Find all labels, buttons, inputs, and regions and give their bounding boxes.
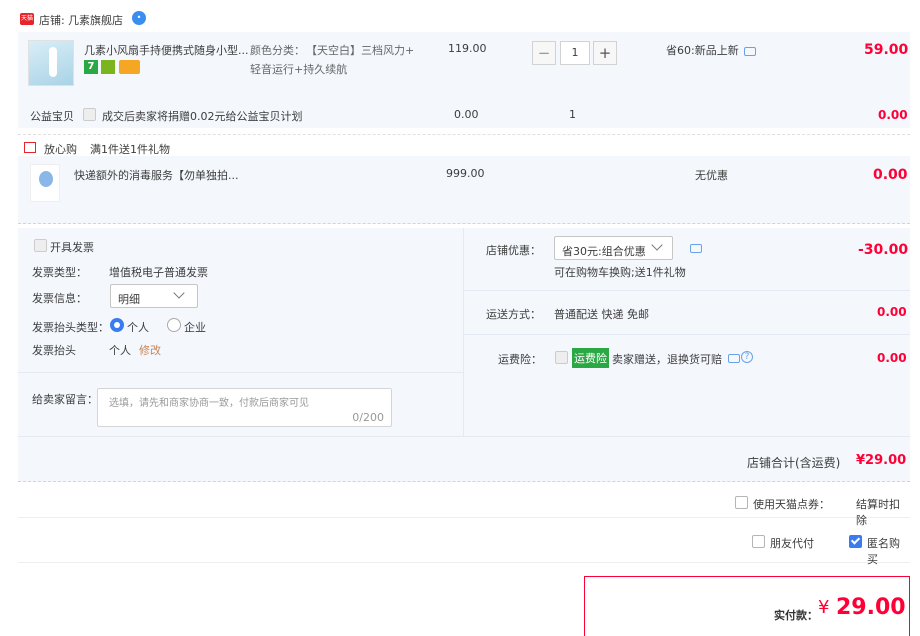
insurance-label: 运费险： — [498, 353, 542, 366]
badge-card-icon — [119, 60, 140, 74]
gift-icon — [24, 142, 36, 153]
shop-name[interactable]: 几素旗舰店 — [68, 12, 123, 28]
points-label: 使用天猫点券： — [753, 498, 830, 511]
radio-personal-label: 个人 — [127, 321, 149, 334]
item2-discount: 无优惠 — [695, 169, 728, 182]
message-counter: 0/200 — [352, 411, 384, 424]
item-total: 59.00 — [864, 42, 909, 58]
message-label: 给卖家留言： — [32, 393, 98, 406]
payment-amount: 29.00 — [836, 595, 906, 620]
badge-7day-icon: 7 — [84, 60, 98, 74]
charity-total: 0.00 — [878, 108, 908, 122]
promo-select[interactable]: 省30元:组合优惠 — [554, 236, 673, 260]
gift-text: 满1件送1件礼物 — [90, 143, 170, 156]
promo-note: 可在购物车换购;送1件礼物 — [554, 266, 686, 279]
payment-label: 实付款： — [774, 609, 818, 622]
divider — [464, 334, 910, 335]
discount-chat-icon[interactable] — [744, 47, 756, 56]
shipping-label: 运送方式： — [486, 308, 541, 321]
help-icon[interactable]: ? — [741, 351, 753, 363]
points-checkbox[interactable] — [735, 496, 748, 509]
charity-price: 0.00 — [454, 108, 479, 121]
chat-bubble-icon[interactable]: • — [132, 11, 146, 25]
item-row-1: 7 几素小风扇手持便携式随身小型... 颜色分类： 【天空白】三档风力+ 轻音运… — [18, 32, 910, 128]
invoice-header-type-label: 发票抬头类型： — [32, 321, 109, 334]
message-placeholder: 选填，请先和商家协商一致，付款后商家可见 — [109, 398, 309, 409]
shop-label: 店铺: — [39, 14, 65, 27]
radio-company-label: 企业 — [184, 321, 206, 334]
item-discount: 省60:新品上新 — [666, 44, 739, 57]
item-spec-value-2: 轻音运行+持久续航 — [250, 63, 348, 76]
item2-price: 999.00 — [446, 167, 485, 180]
item-row-2: 快递额外的消毒服务【勿单独拍... 999.00 无优惠 0.00 — [18, 156, 910, 224]
subtotal-row: 店铺合计(含运费) ¥29.00 — [18, 436, 910, 482]
qty-input[interactable]: 1 — [560, 41, 590, 65]
points-row: 使用天猫点券： 结算时扣除 — [18, 486, 910, 527]
qty-minus-button[interactable]: − — [532, 41, 556, 65]
item-price: 119.00 — [448, 42, 487, 55]
insurance-chat-icon[interactable] — [728, 354, 740, 363]
shop-header: 天猫 店铺: 几素旗舰店 • — [18, 8, 318, 30]
radio-company[interactable] — [167, 318, 181, 332]
invoice-panel: 开具发票 发票类型： 增值税电子普通发票 发票信息： 明细 发票抬头类型： 个人… — [18, 228, 464, 436]
insurance-checkbox[interactable] — [555, 351, 568, 364]
tmall-badge: 天猫 — [20, 13, 34, 25]
payment-currency: ¥ — [818, 597, 830, 618]
item-spec-value: 【天空白】三档风力+ — [306, 44, 415, 57]
subtotal-value: ¥29.00 — [856, 453, 907, 468]
qty-plus-button[interactable]: + — [593, 41, 617, 65]
invoice-info-label: 发票信息： — [32, 292, 87, 305]
pay-options-row: 朋友代付 匿名购买 — [18, 519, 910, 566]
invoice-header-label: 发票抬头 — [32, 344, 76, 357]
chevron-down-icon — [173, 287, 185, 299]
promo-amount: -30.00 — [858, 242, 909, 258]
divider — [464, 290, 910, 291]
message-section — [18, 372, 464, 373]
radio-personal[interactable] — [110, 318, 124, 332]
charity-checkbox[interactable] — [83, 108, 96, 121]
charity-label: 公益宝贝 — [30, 110, 74, 123]
friend-pay-label: 朋友代付 — [770, 537, 814, 550]
badge-guarantee-icon — [101, 60, 115, 74]
shipping-value: 普通配送 快递 免邮 — [554, 308, 649, 321]
gift-label: 放心购 — [44, 143, 77, 156]
invoice-info-select[interactable]: 明细 — [110, 284, 198, 308]
friend-pay-checkbox[interactable] — [752, 535, 765, 548]
message-textarea[interactable]: 选填，请先和商家协商一致，付款后商家可见 0/200 — [97, 388, 392, 427]
promo-chat-icon[interactable] — [690, 244, 702, 253]
invoice-info-value: 明细 — [118, 293, 140, 306]
invoice-checkbox[interactable] — [34, 239, 47, 252]
invoice-open-label: 开具发票 — [50, 241, 94, 254]
shipping-amount: 0.00 — [877, 305, 907, 319]
gift-row: 放心购 满1件送1件礼物 — [18, 134, 910, 156]
promo-value: 省30元:组合优惠 — [562, 245, 646, 258]
item2-total: 0.00 — [873, 167, 908, 183]
product-thumbnail[interactable] — [28, 40, 74, 86]
invoice-header-value: 个人 — [109, 344, 131, 357]
charity-qty: 1 — [569, 108, 576, 121]
insurance-text: 卖家赠送，退换货可赔 — [612, 353, 722, 366]
order-options-panel: 店铺优惠： 省30元:组合优惠 可在购物车换购;送1件礼物 -30.00 运送方… — [464, 228, 910, 436]
invoice-edit-link[interactable]: 修改 — [139, 342, 161, 358]
item-spec-label: 颜色分类： — [250, 44, 305, 57]
promo-label: 店铺优惠： — [486, 244, 541, 257]
charity-text: 成交后卖家将捐赠0.02元给公益宝贝计划 — [102, 110, 303, 123]
subtotal-label: 店铺合计(含运费) — [747, 456, 841, 470]
anonymous-label: 匿名购买 — [867, 537, 900, 566]
item-title[interactable]: 几素小风扇手持便携式随身小型... — [84, 42, 249, 58]
fan-icon — [49, 47, 57, 77]
payment-box: 实付款： ¥ 29.00 — [584, 576, 910, 636]
disinfect-thumbnail[interactable] — [30, 164, 60, 202]
item2-title[interactable]: 快递额外的消毒服务【勿单独拍... — [74, 167, 239, 183]
chevron-down-icon — [651, 239, 663, 251]
invoice-type-label: 发票类型： — [32, 266, 87, 279]
anonymous-checkbox[interactable] — [849, 535, 862, 548]
insurance-amount: 0.00 — [877, 351, 907, 365]
invoice-type-value: 增值税电子普通发票 — [109, 266, 208, 279]
insurance-badge: 运费险 — [572, 348, 609, 368]
